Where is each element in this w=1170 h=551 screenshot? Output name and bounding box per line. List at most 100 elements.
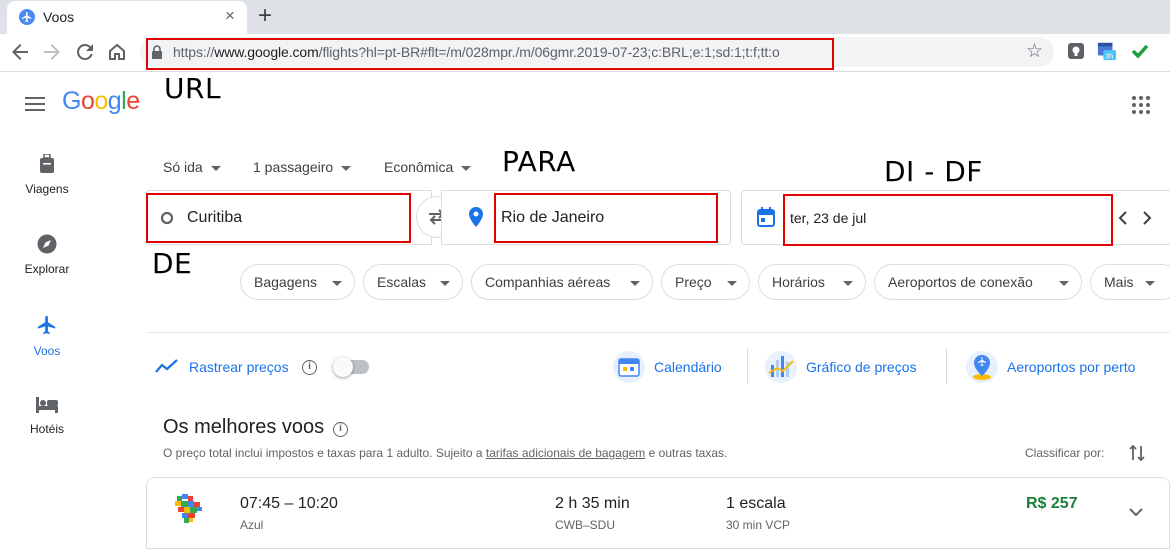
disclaimer-text: e outras taxas. (645, 446, 728, 460)
calendar-link[interactable]: Calendário (654, 359, 722, 375)
sidebar-item-voos[interactable]: Voos (0, 314, 94, 358)
luggage-icon (40, 154, 54, 173)
filter-chip-mais[interactable]: Mais (1090, 264, 1170, 300)
track-prices-label[interactable]: Rastrear preços (189, 359, 289, 375)
trip-type-dropdown[interactable]: Só ida (163, 159, 221, 175)
location-pin-icon (469, 207, 483, 227)
calendar-icon (757, 207, 775, 227)
chevron-down-icon (727, 281, 737, 286)
chevron-down-icon (440, 281, 450, 286)
new-tab-button[interactable]: + (258, 3, 272, 29)
info-icon[interactable]: i (333, 422, 348, 437)
price-graph-link[interactable]: Gráfico de preços (806, 359, 917, 375)
toggle-knob[interactable] (333, 357, 353, 377)
filter-chip-aeroportos[interactable]: Aeroportos de conexão (874, 264, 1082, 300)
google-logo[interactable]: Google (62, 87, 140, 116)
flight-times: 07:45 – 10:20 (240, 495, 338, 512)
cabin-value: Econômica (384, 159, 454, 175)
sidebar-item-viagens[interactable]: Viagens (0, 154, 94, 196)
calendar-illustration-icon[interactable] (613, 351, 645, 383)
svg-text:3h: 3h (1105, 51, 1113, 60)
chevron-down-icon (630, 281, 640, 286)
apps-grid-icon[interactable] (1132, 96, 1150, 114)
flight-layover: 30 min VCP (726, 518, 791, 532)
filter-chip-horarios[interactable]: Horários (758, 264, 866, 300)
chevron-down-icon (341, 165, 352, 171)
logo-letter: o (94, 87, 108, 115)
url-text: https://www.google.com/flights?hl=pt-BR#… (173, 44, 780, 60)
flight-route: CWB–SDU (555, 518, 616, 532)
chevron-down-icon (1145, 281, 1155, 286)
tab-strip: Voos × + (0, 0, 1170, 34)
menu-icon[interactable] (25, 96, 45, 112)
annotation-para: PARA (502, 145, 576, 178)
results-title: Os melhores voos (163, 416, 325, 438)
flight-price: R$ 257 (1026, 495, 1078, 512)
price-disclaimer: O preço total inclui impostos e taxas pa… (163, 446, 727, 460)
back-arrow-icon[interactable] (8, 40, 32, 64)
extension-calendar-icon[interactable]: 3h (1097, 41, 1117, 61)
sidebar-item-hoteis[interactable]: Hotéis (0, 396, 94, 436)
sidebar-item-label: Explorar (24, 262, 70, 276)
date-field[interactable]: ter, 23 de jul (741, 190, 1170, 245)
sidebar-item-label: Voos (33, 344, 61, 358)
divider (146, 332, 1170, 333)
flight-result-row[interactable]: 07:45 – 10:20 Azul 2 h 35 min CWB–SDU 1 … (146, 477, 1170, 549)
chip-label: Companhias aéreas (485, 274, 611, 290)
expand-chevron-icon[interactable] (1129, 508, 1143, 517)
previous-date-icon[interactable] (1118, 211, 1128, 225)
info-icon[interactable]: i (302, 360, 317, 375)
reload-icon[interactable] (73, 40, 97, 64)
forward-arrow-icon[interactable] (40, 40, 64, 64)
filter-chip-companhias[interactable]: Companhias aéreas (471, 264, 653, 300)
passengers-value: 1 passageiro (253, 159, 334, 175)
flight-duration: 2 h 35 min (555, 495, 630, 512)
origin-circle-icon (160, 211, 174, 225)
tab-title: Voos (43, 9, 75, 25)
trend-line-icon (155, 359, 178, 373)
chip-label: Bagagens (254, 274, 318, 290)
vertical-divider (747, 348, 748, 384)
date-value: ter, 23 de jul (790, 210, 867, 226)
bookmark-star-icon[interactable]: ☆ (1026, 41, 1043, 63)
next-date-icon[interactable] (1142, 211, 1152, 225)
browser-tab[interactable]: Voos × (7, 1, 247, 34)
sort-icon[interactable] (1129, 444, 1145, 462)
browser-toolbar: https://www.google.com/flights?hl=pt-BR#… (0, 34, 1170, 72)
flights-favicon-icon (19, 9, 35, 25)
chip-label: Mais (1104, 274, 1134, 290)
filter-chip-preco[interactable]: Preço (661, 264, 750, 300)
destination-field[interactable]: Rio de Janeiro (441, 190, 731, 245)
chip-label: Horários (772, 274, 825, 290)
address-bar[interactable]: https://www.google.com/flights?hl=pt-BR#… (140, 37, 1054, 67)
sidebar-item-explorar[interactable]: Explorar (0, 234, 94, 276)
price-graph-icon[interactable] (765, 351, 797, 383)
annotation-url: URL (164, 72, 222, 105)
logo-letter: G (62, 87, 81, 115)
origin-field[interactable]: Curitiba (146, 190, 432, 245)
logo-letter: g (107, 87, 122, 115)
chevron-down-icon (461, 165, 472, 171)
nearby-airports-icon[interactable] (966, 351, 998, 383)
chevron-down-icon (1059, 281, 1069, 286)
cabin-dropdown[interactable]: Econômica (384, 159, 472, 175)
sort-label: Classificar por: (1025, 446, 1105, 460)
chip-label: Aeroportos de conexão (888, 274, 1033, 290)
chevron-down-icon (210, 165, 221, 171)
extension-shield-icon[interactable] (1066, 41, 1086, 61)
chevron-down-icon (332, 281, 342, 286)
nearby-airports-link[interactable]: Aeroportos por perto (1007, 359, 1135, 375)
filter-chip-bagagens[interactable]: Bagagens (240, 264, 355, 300)
url-path: /flights?hl=pt-BR#flt=/m/028mpr./m/06gmr… (318, 44, 780, 60)
home-icon[interactable] (105, 40, 129, 64)
annotation-de: DE (152, 247, 193, 280)
extension-checkmark-icon[interactable] (1130, 41, 1150, 61)
flight-airline: Azul (240, 518, 264, 532)
filter-chip-escalas[interactable]: Escalas (363, 264, 463, 300)
passengers-dropdown[interactable]: 1 passageiro (253, 159, 352, 175)
baggage-fees-link[interactable]: tarifas adicionais de bagagem (486, 446, 645, 460)
sidebar-item-label: Hotéis (29, 422, 64, 436)
tab-close-icon[interactable]: × (225, 7, 235, 25)
airplane-icon (37, 315, 56, 335)
chevron-down-icon (843, 281, 853, 286)
